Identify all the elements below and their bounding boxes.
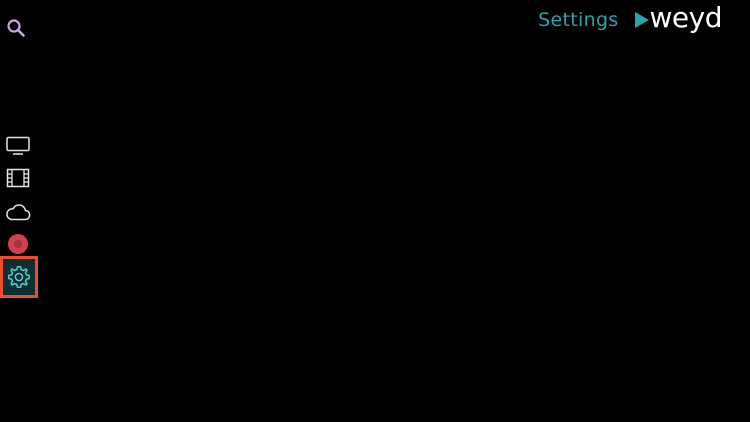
play-icon	[634, 12, 649, 28]
sidebar-item-cloud[interactable]	[0, 196, 36, 228]
record-icon	[8, 234, 28, 254]
sidebar-item-tv[interactable]	[0, 130, 36, 162]
gear-icon	[8, 266, 30, 288]
search-icon	[7, 19, 25, 37]
cloud-icon	[6, 204, 31, 221]
sidebar-item-settings[interactable]	[0, 256, 38, 298]
header: Settings weyd	[538, 4, 722, 36]
app-logo: weyd	[634, 1, 723, 34]
film-icon	[6, 168, 30, 188]
logo-text: weyd	[649, 1, 723, 34]
search-button[interactable]	[6, 18, 26, 38]
sidebar-item-movies[interactable]	[0, 162, 36, 194]
page-title: Settings	[538, 9, 619, 31]
tv-icon	[6, 136, 30, 155]
